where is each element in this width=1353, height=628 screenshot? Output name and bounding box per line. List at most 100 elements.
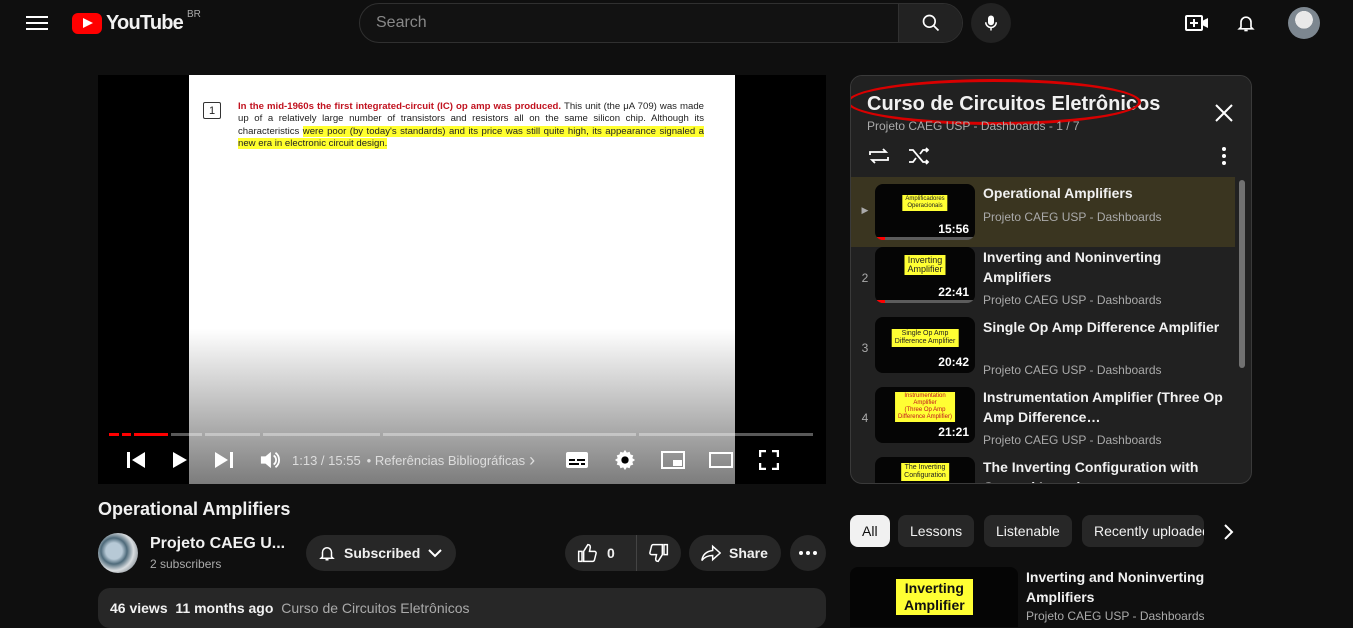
thumbnail-label: Amplificadores Operacionais	[902, 195, 948, 211]
loop-icon[interactable]	[867, 146, 891, 166]
playlist-item[interactable]: 2 Inverting Amplifier 22:41 Inverting an…	[851, 247, 1235, 317]
playlist-thumbnail[interactable]: The Inverting Configuration	[875, 457, 975, 483]
menu-icon[interactable]	[26, 12, 48, 34]
item-title: Operational Amplifiers	[983, 185, 1133, 201]
skip-next-icon	[215, 452, 233, 468]
progress-bar[interactable]	[109, 433, 813, 436]
playlist-link[interactable]: Curso de Circuitos Eletrônicos	[281, 600, 469, 616]
chapter-chevron-icon[interactable]: ›	[529, 450, 535, 471]
chevron-down-icon	[428, 549, 442, 558]
thumbs-up-icon	[577, 543, 597, 563]
chapter-segment[interactable]	[262, 433, 380, 436]
video-title: Operational Amplifiers	[98, 499, 291, 519]
duration: 20:42	[938, 355, 969, 369]
duration: 22:41	[938, 285, 969, 299]
chevron-right-icon[interactable]	[1218, 522, 1238, 542]
watch-track	[875, 237, 975, 240]
playlist-thumbnail[interactable]: Inverting Amplifier 22:41	[875, 247, 975, 303]
more-actions-button[interactable]	[790, 535, 826, 571]
duration: 21:21	[938, 425, 969, 439]
item-title: Inverting and Noninverting Amplifiers	[983, 249, 1162, 285]
item-channel[interactable]: Projeto CAEG USP - Dashboards	[983, 363, 1162, 377]
more-vertical-icon[interactable]	[1219, 146, 1229, 166]
recommendation-title[interactable]: Inverting and Noninverting Amplifiers	[1026, 567, 1206, 607]
item-title: The Inverting Configuration with General…	[983, 459, 1199, 483]
playlist-item[interactable]: The Inverting Configuration The Invertin…	[851, 457, 1235, 483]
playlist-thumbnail[interactable]: Amplificadores Operacionais 15:56	[875, 184, 975, 240]
description-box[interactable]: 46 views 11 months ago Curso de Circuito…	[98, 588, 826, 628]
playlist-item[interactable]: 4 Instrumentation Amplifier (Three Op Am…	[851, 387, 1235, 457]
search-button[interactable]	[898, 4, 962, 42]
slide-number: 1	[203, 102, 221, 119]
playlist-scrollbar[interactable]	[1239, 180, 1245, 368]
thumbnail-label: Inverting Amplifier	[896, 579, 973, 615]
voice-search-button[interactable]	[971, 3, 1011, 43]
previous-button[interactable]	[122, 446, 150, 474]
chapter-segment[interactable]	[133, 433, 168, 436]
theater-mode-button[interactable]	[707, 446, 735, 474]
item-index: 4	[861, 411, 869, 425]
mute-button[interactable]	[256, 446, 284, 474]
like-button[interactable]: 0	[565, 535, 637, 571]
thumbnail-label: Instrumentation Amplifier (Three Op Amp …	[895, 392, 955, 422]
dislike-button[interactable]	[637, 535, 681, 571]
youtube-logo[interactable]: YouTube BR	[72, 9, 201, 35]
chip-lessons[interactable]: Lessons	[898, 515, 975, 547]
video-plus-icon	[1185, 15, 1208, 31]
share-icon	[701, 544, 721, 562]
chip-listenable[interactable]: Listenable	[984, 515, 1072, 547]
subtitles-button[interactable]	[563, 446, 591, 474]
item-channel[interactable]: Projeto CAEG USP - Dashboards	[983, 210, 1162, 224]
youtube-play-icon	[72, 12, 102, 34]
miniplayer-button[interactable]	[659, 446, 687, 474]
item-index: 2	[861, 271, 869, 285]
next-button[interactable]	[210, 446, 238, 474]
chip-recently-uploaded[interactable]: Recently uploaded	[1082, 515, 1204, 547]
account-avatar[interactable]	[1288, 7, 1320, 39]
thumbnail-label: The Inverting Configuration	[901, 463, 949, 481]
chapter-segment[interactable]	[205, 433, 260, 436]
item-channel[interactable]: Projeto CAEG USP - Dashboards	[983, 433, 1162, 447]
close-icon[interactable]	[1213, 102, 1235, 124]
chapter-segment[interactable]	[382, 433, 636, 436]
chapter-segment[interactable]	[109, 433, 119, 436]
playlist-thumbnail[interactable]: Instrumentation Amplifier (Three Op Amp …	[875, 387, 975, 443]
video-player[interactable]: 1 In the mid-1960s the first integrated-…	[98, 75, 826, 484]
chapter-segment[interactable]	[121, 433, 131, 436]
upload-age: 11 months ago	[175, 600, 274, 616]
chapter-segment[interactable]	[170, 433, 203, 436]
create-button[interactable]	[1184, 11, 1210, 35]
now-playing-icon: ▶	[861, 205, 869, 215]
chip-all[interactable]: All	[850, 515, 890, 547]
search-input[interactable]	[360, 4, 898, 42]
video-frame-slide: 1 In the mid-1960s the first integrated-…	[189, 75, 735, 484]
subscribed-button[interactable]: Subscribed	[306, 535, 456, 571]
fullscreen-icon	[759, 450, 780, 470]
recommendation-thumbnail[interactable]: Inverting Amplifier	[850, 567, 1018, 627]
share-label: Share	[729, 545, 768, 561]
duration: 15:56	[938, 222, 969, 236]
watched-bar	[875, 237, 885, 240]
playlist-item[interactable]: 3 Single Op Amp Difference Amplifier 20:…	[851, 317, 1235, 387]
playlist-panel: Curso de Circuitos Eletrônicos Projeto C…	[850, 75, 1252, 484]
time-display: 1:13 / 15:55	[292, 452, 361, 468]
chapter-segment[interactable]	[638, 433, 813, 436]
chapter-title[interactable]: • Referências Bibliográficas	[367, 453, 525, 468]
item-channel[interactable]: Projeto CAEG USP - Dashboards	[983, 293, 1162, 307]
channel-name[interactable]: Projeto CAEG U...	[150, 535, 285, 553]
notifications-button[interactable]	[1233, 11, 1259, 35]
play-button[interactable]	[166, 446, 194, 474]
share-button[interactable]: Share	[689, 535, 781, 571]
shuffle-icon[interactable]	[907, 146, 931, 166]
settings-button[interactable]	[611, 446, 639, 474]
channel-avatar[interactable]	[98, 533, 138, 573]
item-index: 3	[861, 341, 869, 355]
playlist-thumbnail[interactable]: Single Op Amp Difference Amplifier 20:42	[875, 317, 975, 373]
subtitles-icon	[566, 452, 589, 468]
fullscreen-button[interactable]	[755, 446, 783, 474]
search-bar	[359, 3, 963, 43]
recommendation-channel[interactable]: Projeto CAEG USP - Dashboards	[1026, 609, 1205, 623]
theater-icon	[709, 452, 734, 468]
microphone-icon	[985, 15, 997, 31]
playlist-item[interactable]: ▶ Amplificadores Operacionais 15:56 Oper…	[851, 177, 1235, 247]
